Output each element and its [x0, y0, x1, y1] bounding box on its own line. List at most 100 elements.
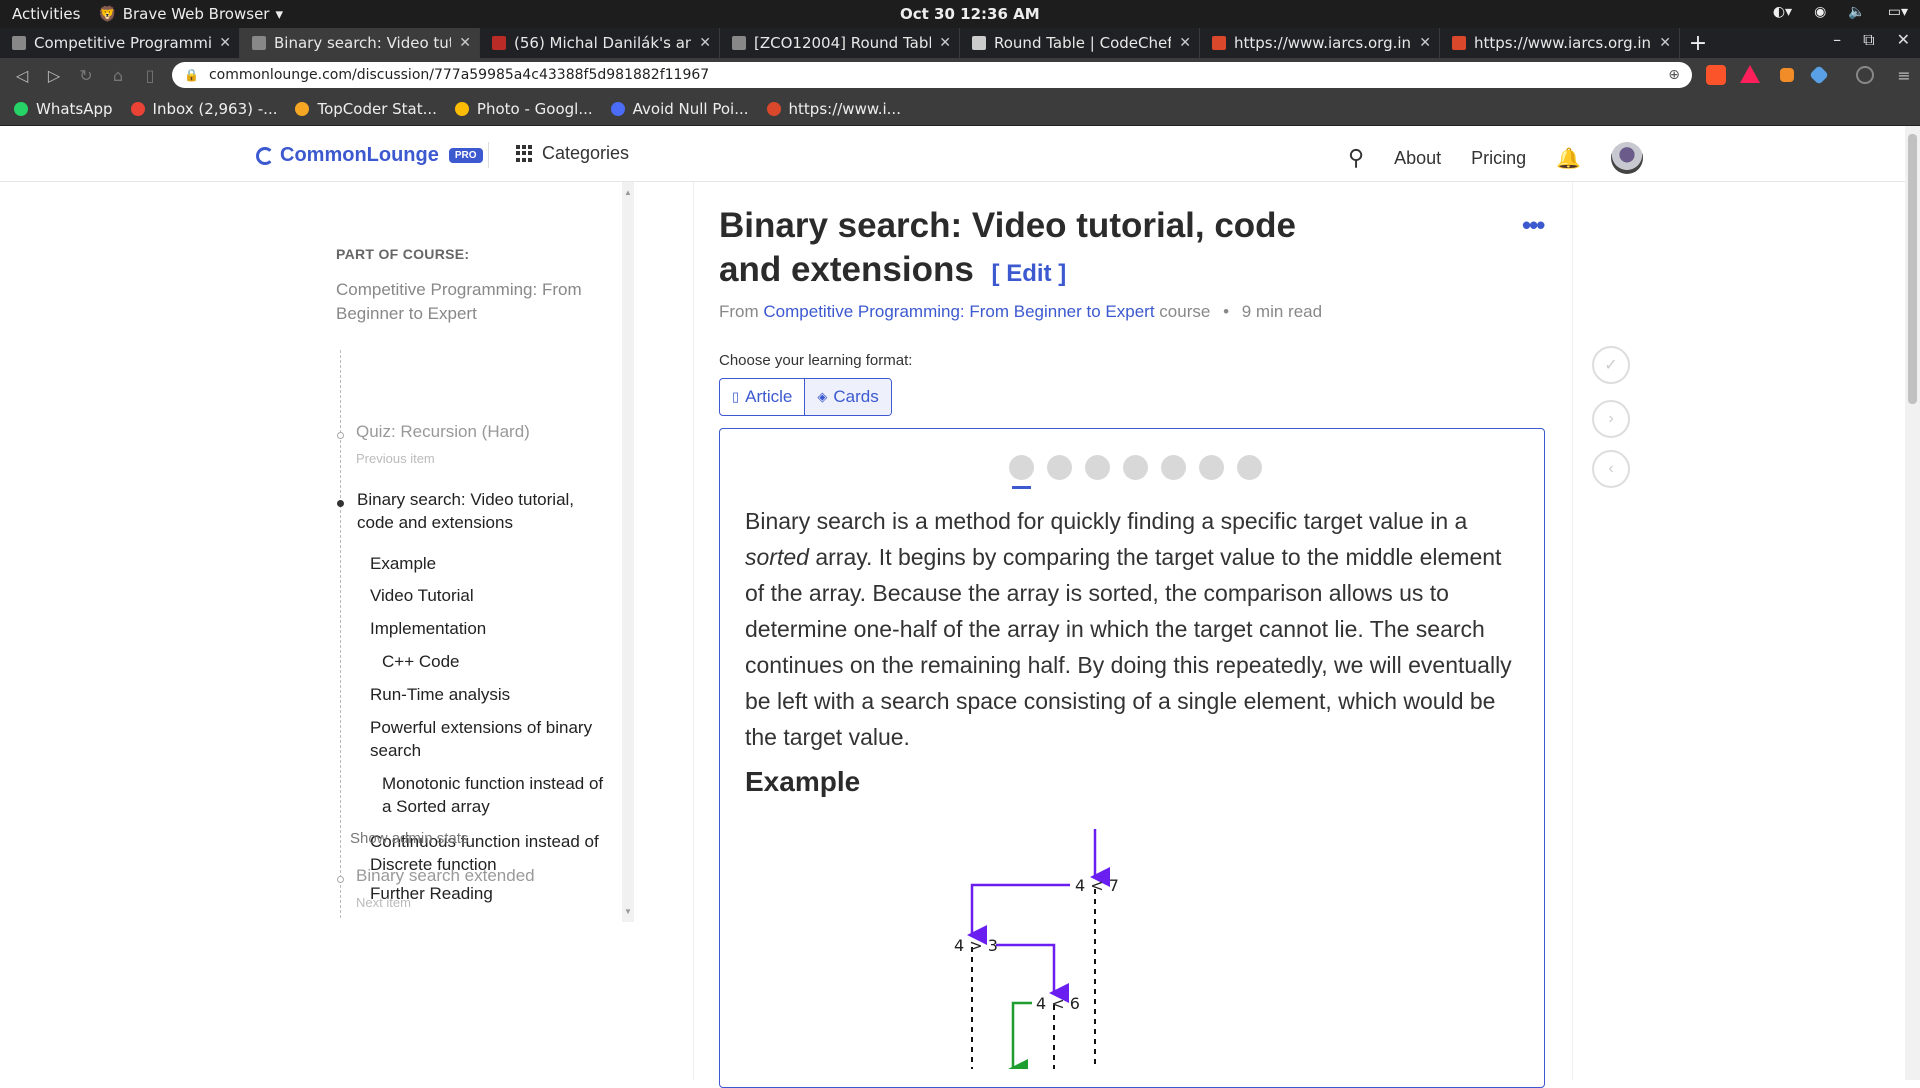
intro-paragraph: Binary search is a method for quickly fi… — [745, 503, 1525, 755]
categories-menu[interactable]: Categories — [516, 143, 629, 164]
card-pager-dot[interactable] — [1047, 455, 1072, 480]
favicon-icon — [1212, 36, 1226, 50]
browser-tab[interactable]: https://www.iarcs.org.in/i ✕ — [1440, 28, 1680, 58]
about-link[interactable]: About — [1394, 148, 1441, 169]
activities-button[interactable]: Activities — [12, 5, 80, 23]
show-admin-stats-link[interactable]: Show admin stats — [350, 830, 468, 847]
prev-item[interactable]: Quiz: Recursion (Hard) Previous item — [356, 420, 616, 470]
arrow-final — [1008, 1001, 1032, 1069]
arrow-left — [967, 883, 1070, 945]
pricing-link[interactable]: Pricing — [1471, 148, 1526, 169]
chevron-right-icon[interactable]: › — [1592, 400, 1630, 438]
scroll-down-icon[interactable]: ▼ — [624, 907, 632, 916]
meta-separator-dot: • — [1223, 302, 1230, 321]
bookmark-item[interactable]: Inbox (2,963) -... — [130, 100, 277, 118]
page-scrollbar[interactable] — [1905, 126, 1920, 1080]
close-window-icon[interactable]: ✕ — [1897, 30, 1910, 50]
compare-label-1: 4 < 7 — [1075, 876, 1119, 895]
grid-icon — [516, 144, 534, 163]
back-icon[interactable]: ◁ — [6, 66, 38, 85]
close-tab-icon[interactable]: ✕ — [1419, 35, 1431, 51]
next-item-title: Binary search extended — [356, 866, 535, 885]
browser-tab[interactable]: Round Table | CodeChef ✕ — [960, 28, 1200, 58]
bookmark-item[interactable]: WhatsApp — [14, 100, 113, 118]
brave-shields-icon[interactable] — [1706, 65, 1726, 85]
extension-pen-icon[interactable] — [1809, 65, 1829, 85]
prev-item-dot — [337, 432, 344, 439]
scroll-up-icon[interactable]: ▲ — [624, 188, 632, 197]
site-logo[interactable]: CommonLounge PRO — [256, 144, 483, 167]
card-pager-dot[interactable] — [1237, 455, 1262, 480]
check-icon[interactable]: ✓ — [1592, 346, 1630, 384]
browser-tab[interactable]: Binary search: Video tutori ✕ — [240, 28, 480, 58]
close-tab-icon[interactable]: ✕ — [699, 35, 711, 51]
extension-fox-icon[interactable] — [1780, 68, 1794, 82]
chevron-down-icon: ▾ — [275, 5, 283, 23]
reload-icon[interactable]: ↻ — [70, 66, 102, 85]
menu-icon[interactable]: ≡ — [1888, 66, 1920, 85]
more-options-icon[interactable]: ••• — [1522, 210, 1545, 241]
sidebar-scrollbar[interactable]: ▲ ▼ — [622, 182, 634, 922]
window-controls: – ⧉ ✕ — [1833, 30, 1910, 50]
zoom-icon[interactable]: ⊕ — [1668, 67, 1680, 83]
read-time: 9 min read — [1241, 302, 1323, 321]
search-icon[interactable]: ⚲ — [1348, 145, 1364, 171]
column-divider — [693, 182, 694, 1080]
bell-icon[interactable]: 🔔 — [1556, 146, 1581, 171]
bookmark-icon[interactable]: ▯ — [134, 66, 166, 85]
system-tray[interactable]: ◐▾ ◉ 🔈 ▭▾ — [1773, 4, 1908, 20]
favicon-icon — [972, 36, 986, 50]
browser-tab[interactable]: Competitive Programming ✕ — [0, 28, 240, 58]
sidebar-section-link[interactable]: Monotonic function instead of a Sorted a… — [382, 772, 612, 818]
page-scrollbar-thumb[interactable] — [1908, 134, 1917, 404]
prev-item-subtitle: Previous item — [356, 451, 435, 466]
bookmark-item[interactable]: https://www.i... — [766, 99, 901, 118]
edit-link[interactable]: [ Edit ] — [992, 260, 1067, 287]
new-tab-button[interactable]: + — [1680, 28, 1716, 58]
brave-rewards-icon[interactable] — [1740, 65, 1760, 83]
avatar[interactable] — [1611, 142, 1644, 174]
next-item[interactable]: Binary search extended Next item — [356, 864, 616, 914]
bookmark-item[interactable]: Avoid Null Poi... — [610, 99, 749, 118]
format-cards-button[interactable]: ◈ Cards — [804, 379, 891, 415]
forward-icon[interactable]: ▷ — [38, 66, 70, 85]
format-article-button[interactable]: ▯ Article — [720, 379, 804, 415]
current-item[interactable]: Binary search: Video tutorial, code and … — [357, 488, 597, 534]
sidebar-section-link[interactable]: Example — [370, 552, 610, 575]
card-pager-dot[interactable] — [1085, 455, 1110, 480]
sidebar-section-link[interactable]: Implementation — [370, 617, 610, 640]
close-tab-icon[interactable]: ✕ — [1659, 35, 1671, 51]
sidebar-section-link[interactable]: C++ Code — [382, 650, 612, 673]
card-pager-dot[interactable] — [1123, 455, 1148, 480]
app-menu[interactable]: 🦁 Brave Web Browser ▾ — [98, 5, 283, 23]
close-tab-icon[interactable]: ✕ — [219, 35, 231, 51]
arrow-right — [996, 943, 1069, 1003]
home-icon[interactable]: ⌂ — [102, 66, 134, 85]
bookmark-label: https://www.i... — [788, 99, 901, 118]
course-link[interactable]: Competitive Programming: From Beginner t… — [336, 278, 606, 326]
clock[interactable]: Oct 30 12:36 AM — [900, 5, 1040, 23]
card-pager-dot[interactable] — [1161, 455, 1186, 480]
bookmark-item[interactable]: Photo - Googl... — [454, 100, 593, 118]
sidebar-section-link[interactable]: Run-Time analysis — [370, 683, 610, 706]
minimize-icon[interactable]: – — [1833, 30, 1841, 50]
close-tab-icon[interactable]: ✕ — [459, 35, 471, 51]
profile-icon[interactable] — [1856, 66, 1874, 84]
bookmark-label: Avoid Null Poi... — [632, 99, 749, 118]
browser-tab[interactable]: (56) Michal Danilák's answ ✕ — [480, 28, 720, 58]
close-tab-icon[interactable]: ✕ — [939, 35, 951, 51]
sidebar-section-link[interactable]: Video Tutorial — [370, 584, 610, 607]
course-link-inline[interactable]: Competitive Programming: From Beginner t… — [763, 302, 1154, 321]
card-pager-dot[interactable] — [1199, 455, 1224, 480]
close-tab-icon[interactable]: ✕ — [1179, 35, 1191, 51]
browser-tab[interactable]: [ZCO12004] Round Table (Z ✕ — [720, 28, 960, 58]
chevron-left-icon[interactable]: ‹ — [1592, 450, 1630, 488]
address-bar[interactable]: 🔒 commonlounge.com/discussion/777a59985a… — [172, 62, 1692, 88]
choose-format-label: Choose your learning format: — [719, 352, 913, 369]
browser-tab[interactable]: https://www.iarcs.org.in/i ✕ — [1200, 28, 1440, 58]
intro-text-start: Binary search is a method for quickly fi… — [745, 508, 1468, 534]
bookmark-item[interactable]: TopCoder Stat... — [295, 100, 437, 118]
sidebar-section-link[interactable]: Powerful extensions of binary search — [370, 716, 610, 762]
card-pager-dot[interactable] — [1009, 455, 1034, 489]
maximize-icon[interactable]: ⧉ — [1863, 30, 1874, 50]
